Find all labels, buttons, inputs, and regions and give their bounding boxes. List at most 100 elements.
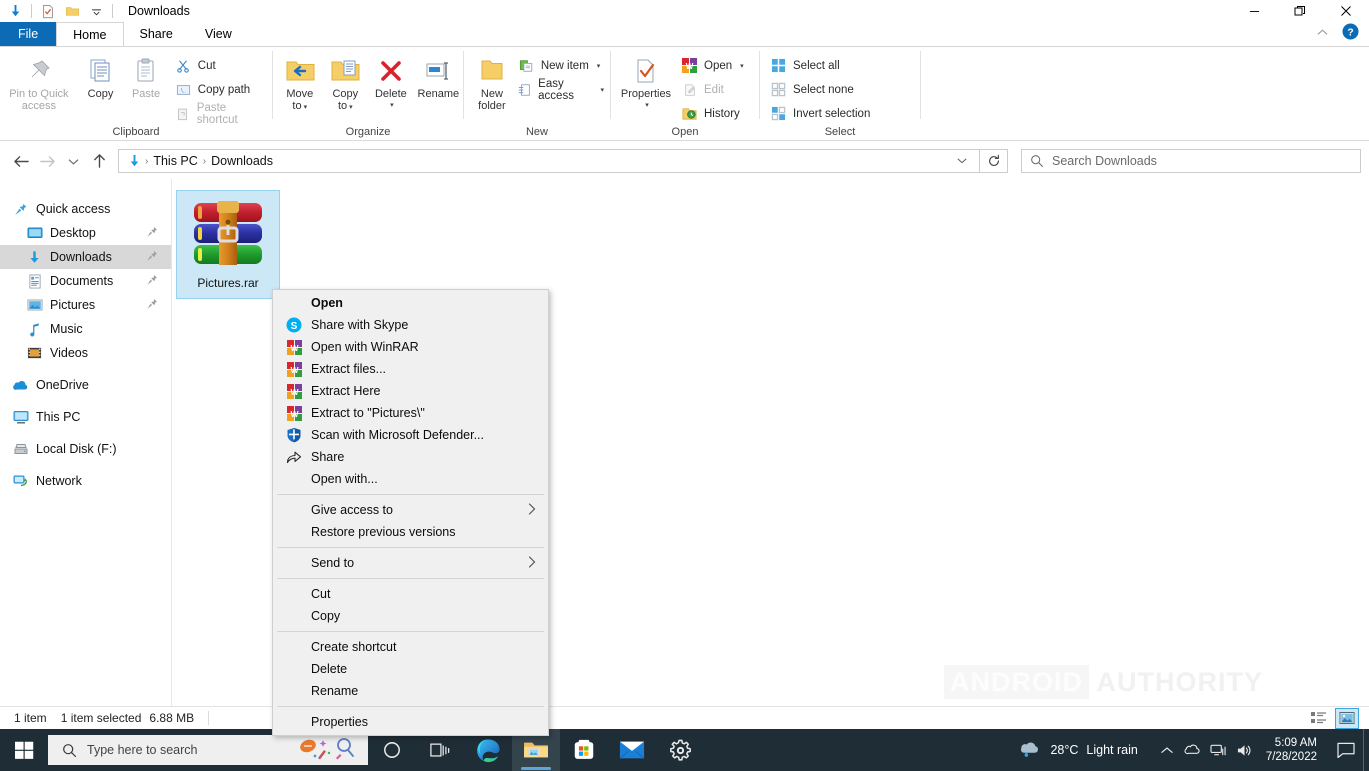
paste-shortcut-button[interactable]: Paste shortcut: [175, 103, 272, 124]
address-dropdown-chevron-down-icon[interactable]: [949, 157, 975, 166]
context-menu-item-share[interactable]: Share: [273, 446, 548, 468]
microsoft-store-button[interactable]: [560, 729, 608, 771]
rename-button[interactable]: Rename: [414, 52, 463, 100]
context-menu-item-cut[interactable]: Cut: [273, 583, 548, 605]
sidebar-item-network[interactable]: Network: [0, 469, 172, 493]
sidebar-item-pictures[interactable]: Pictures: [0, 293, 172, 317]
context-menu-item-properties[interactable]: Properties: [273, 711, 548, 733]
pin-icon[interactable]: [146, 274, 158, 289]
up-button[interactable]: [86, 148, 112, 174]
breadcrumb-item-downloads[interactable]: Downloads: [207, 154, 277, 168]
copy-button[interactable]: Copy: [78, 52, 124, 100]
sidebar-item-onedrive[interactable]: OneDrive: [0, 373, 172, 397]
select-none-button[interactable]: Select none: [770, 79, 876, 100]
context-menu-item-rename[interactable]: Rename: [273, 680, 548, 702]
start-button[interactable]: [0, 729, 48, 771]
sidebar-item-desktop[interactable]: Desktop: [0, 221, 172, 245]
cut-button[interactable]: Cut: [175, 55, 272, 76]
search-input[interactable]: Search Downloads: [1021, 149, 1361, 173]
select-all-label: Select all: [793, 60, 840, 72]
details-view-button[interactable]: [1307, 708, 1331, 729]
qat-customize-chevron-down-icon[interactable]: [85, 1, 107, 21]
close-button[interactable]: [1323, 0, 1369, 22]
context-menu-item-extract-to-pictures[interactable]: W Extract to "Pictures\": [273, 402, 548, 424]
context-menu-item-scan-with-microsoft-defender[interactable]: Scan with Microsoft Defender...: [273, 424, 548, 446]
context-menu-item-extract-files[interactable]: W Extract files...: [273, 358, 548, 380]
show-desktop-button[interactable]: [1363, 729, 1369, 771]
context-menu-item-open-with-winrar[interactable]: W Open with WinRAR: [273, 336, 548, 358]
minimize-button[interactable]: [1231, 0, 1277, 22]
sidebar-item-local-disk-f[interactable]: Local Disk (F:): [0, 437, 172, 461]
sidebar-item-documents[interactable]: Documents: [0, 269, 172, 293]
clock[interactable]: 5:09 AM 7/28/2022: [1258, 736, 1329, 764]
context-menu-item-delete[interactable]: Delete: [273, 658, 548, 680]
context-menu-item-open-with[interactable]: Open with...: [273, 468, 548, 490]
ribbon: Pin to Quick access Copy Paste: [0, 46, 1369, 141]
pin-icon[interactable]: [146, 226, 158, 241]
ribbon-group-clipboard: Pin to Quick access Copy Paste: [0, 47, 272, 141]
network-tray-icon[interactable]: [1206, 729, 1232, 771]
sidebar-item-this-pc[interactable]: This PC: [0, 405, 172, 429]
tab-home[interactable]: Home: [56, 22, 123, 46]
qat-new-folder-icon[interactable]: [61, 1, 83, 21]
properties-chevron-down-icon: ▾: [645, 100, 649, 112]
open-button[interactable]: W Open ▾: [681, 55, 750, 76]
select-none-icon: [770, 81, 787, 98]
maximize-restore-button[interactable]: [1277, 0, 1323, 22]
context-menu[interactable]: Open S Share with Skype W Open with WinR…: [272, 289, 549, 736]
tab-file[interactable]: File: [0, 22, 56, 46]
context-menu-item-create-shortcut[interactable]: Create shortcut: [273, 636, 548, 658]
large-icons-view-button[interactable]: [1335, 708, 1359, 729]
taskbar-search-input[interactable]: Type here to search: [48, 735, 368, 765]
context-menu-item-extract-here[interactable]: W Extract Here: [273, 380, 548, 402]
refresh-button[interactable]: [980, 149, 1008, 173]
tab-share[interactable]: Share: [124, 22, 189, 46]
edit-button[interactable]: Edit: [681, 79, 750, 100]
qat-properties-icon[interactable]: [37, 1, 59, 21]
easy-access-button[interactable]: Easy access ▾: [518, 79, 610, 100]
help-button[interactable]: ?: [1342, 23, 1363, 43]
breadcrumb[interactable]: › This PC › Downloads: [118, 149, 980, 173]
volume-tray-icon[interactable]: [1232, 729, 1258, 771]
sidebar-item-quick-access[interactable]: Quick access: [0, 197, 172, 221]
list-item[interactable]: Pictures.rar: [176, 190, 280, 299]
copy-path-button[interactable]: \.. Copy path: [175, 79, 272, 100]
onedrive-tray-icon[interactable]: [1180, 729, 1206, 771]
copy-to-button[interactable]: Copy to▾: [323, 52, 369, 114]
paste-button[interactable]: Paste: [123, 52, 169, 100]
weather-widget[interactable]: 28°C Light rain: [1018, 740, 1153, 760]
sidebar-item-music[interactable]: Music: [0, 317, 172, 341]
context-menu-item-share-with-skype[interactable]: S Share with Skype: [273, 314, 548, 336]
delete-button[interactable]: Delete ▾: [368, 52, 414, 112]
defender-icon: [283, 426, 305, 444]
new-folder-button[interactable]: New folder: [470, 52, 514, 112]
collapse-ribbon-chevron-up-icon[interactable]: [1311, 26, 1334, 40]
new-item-button[interactable]: New item ▾: [518, 55, 610, 76]
weather-condition: Light rain: [1086, 743, 1137, 757]
history-button[interactable]: History: [681, 103, 750, 124]
settings-button[interactable]: [656, 729, 704, 771]
recent-locations-chevron-down-icon[interactable]: [60, 148, 86, 174]
properties-button[interactable]: Properties ▾: [615, 52, 677, 112]
context-menu-item-give-access-to[interactable]: Give access to: [273, 499, 548, 521]
show-hidden-icons-chevron-up-icon[interactable]: [1154, 729, 1180, 771]
pin-icon[interactable]: [146, 298, 158, 313]
forward-button[interactable]: [34, 148, 60, 174]
pin-icon[interactable]: [146, 250, 158, 265]
tab-view[interactable]: View: [189, 22, 248, 46]
move-to-button[interactable]: Move to▾: [277, 52, 323, 114]
sidebar-item-videos[interactable]: Videos: [0, 341, 172, 365]
mail-button[interactable]: [608, 729, 656, 771]
back-button[interactable]: [8, 148, 34, 174]
qat-downloads-icon[interactable]: [4, 1, 26, 21]
invert-selection-button[interactable]: Invert selection: [770, 103, 876, 124]
context-menu-item-open[interactable]: Open: [273, 292, 548, 314]
select-all-button[interactable]: Select all: [770, 55, 876, 76]
sidebar-item-downloads[interactable]: Downloads: [0, 245, 172, 269]
context-menu-item-restore-previous-versions[interactable]: Restore previous versions: [273, 521, 548, 543]
context-menu-item-copy[interactable]: Copy: [273, 605, 548, 627]
action-center-button[interactable]: [1329, 729, 1363, 771]
context-menu-item-send-to[interactable]: Send to: [273, 552, 548, 574]
breadcrumb-item-this-pc[interactable]: This PC: [149, 154, 201, 168]
pin-to-quick-access-button[interactable]: Pin to Quick access: [0, 52, 78, 112]
